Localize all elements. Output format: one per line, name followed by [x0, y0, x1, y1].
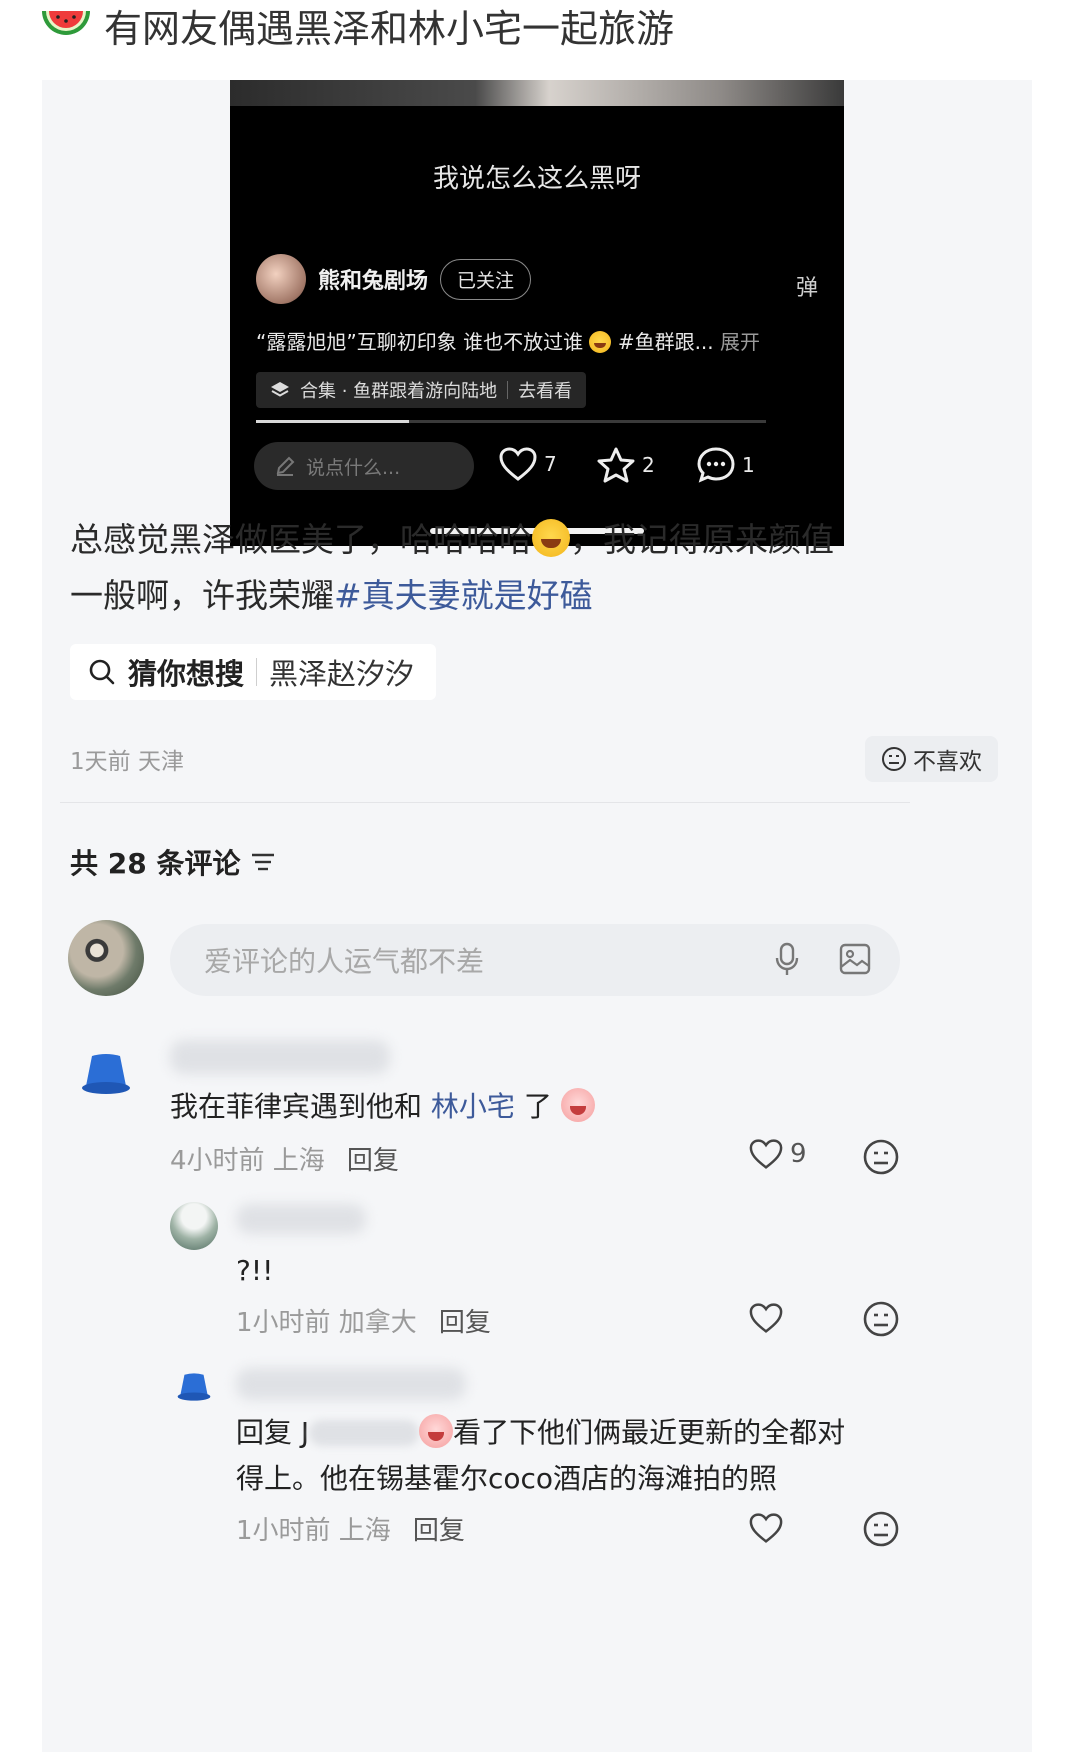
reply-time-location: 1小时前 加拿大: [236, 1308, 417, 1338]
microphone-icon[interactable]: [774, 942, 800, 978]
blurred-mention[interactable]: [309, 1420, 420, 1446]
post-text: 总感觉黑泽做医美了，哈哈哈哈 ，我记得原来颜值 一般啊，许我荣耀#真夫妻就是好磕: [70, 512, 950, 624]
divider: [60, 802, 910, 803]
guess-divider: [256, 658, 258, 686]
video-comment-input[interactable]: 说点什么...: [254, 442, 474, 490]
crying-sticker-icon: [560, 1088, 595, 1122]
video-top-strip: [230, 80, 844, 106]
video-progress-bar[interactable]: [256, 420, 766, 423]
video-subtitle: 我说怎么这么黑呀: [432, 164, 641, 194]
post-text-line1a: 总感觉黑泽做医美了，哈哈哈哈: [70, 520, 532, 559]
comment-text-before: 我在菲律宾遇到他和: [170, 1090, 431, 1123]
video-description: “露露旭旭”互聊初印象 谁也不放过谁 #鱼群跟... 展开: [256, 326, 760, 355]
star-icon: [597, 447, 635, 483]
layers-icon: [271, 382, 289, 397]
collection-bar[interactable]: 合集 · 鱼群跟着游向陆地 去看看: [256, 372, 587, 408]
post-hashtag[interactable]: #真夫妻就是好磕: [334, 576, 593, 615]
dislike-label: 不喜欢: [913, 749, 982, 775]
guess-label: 猜你想搜: [128, 657, 245, 691]
commenter-avatar[interactable]: [80, 1052, 132, 1096]
heart-icon[interactable]: [748, 1302, 784, 1334]
video-favorite-button[interactable]: 2: [596, 446, 655, 484]
comment-text: 我在菲律宾遇到他和 林小宅 了: [170, 1084, 595, 1130]
video-desc-tag: #鱼群跟...: [617, 330, 714, 354]
post-text-line1b: ，我记得原来颜值: [570, 520, 834, 559]
collection-label: 合集 · 鱼群跟着游向陆地: [300, 381, 498, 402]
video-screenshot[interactable]: 我说怎么这么黑呀 熊和兔剧场 已关注 弹 “露露旭旭”互聊初印象 谁也不放过谁 …: [230, 80, 844, 546]
laugh-cry-emoji-icon: [532, 519, 570, 557]
comment-input[interactable]: 爱评论的人运气都不差: [170, 924, 900, 996]
reply-line1: 看了下他们俩最近更新的全都对: [453, 1416, 846, 1449]
video-desc-text: “露露旭旭”互聊初印象 谁也不放过谁: [256, 330, 584, 354]
pencil-icon: [276, 456, 295, 476]
comment-mention[interactable]: 林小宅: [431, 1090, 515, 1123]
watermelon-icon: [42, 11, 90, 35]
reply-meta: 1小时前 加拿大 回复: [236, 1302, 491, 1339]
post-text-line2: 一般啊，许我荣耀: [70, 576, 334, 615]
comment-count-label: 共 28 条评论: [70, 847, 241, 880]
expand-link[interactable]: 展开: [720, 330, 760, 354]
collection-divider: [507, 381, 509, 399]
reply-line2: 得上。他在锡基霍尔coco酒店的海滩拍的照: [236, 1462, 778, 1495]
video-like-button[interactable]: 7: [498, 446, 557, 482]
laugh-emoji-icon: [589, 331, 612, 353]
collection-action[interactable]: 去看看: [518, 377, 572, 403]
reply-time-location: 1小时前 上海: [236, 1516, 391, 1546]
pig-sticker-icon: [419, 1414, 454, 1448]
video-author-name[interactable]: 熊和兔剧场: [318, 263, 428, 295]
comment-time-location: 4小时前 上海: [170, 1146, 325, 1176]
comment-text-after: 了: [514, 1090, 552, 1123]
sort-icon: [252, 853, 275, 871]
reply-button[interactable]: 回复: [439, 1302, 491, 1339]
post-meta: 1天前 天津: [70, 749, 184, 775]
video-author-avatar[interactable]: [256, 254, 306, 304]
video-comment-placeholder: 说点什么...: [306, 456, 401, 479]
video-comment-button[interactable]: 1: [696, 446, 755, 484]
video-author-row: 熊和兔剧场 已关注: [256, 254, 532, 304]
danmu-toggle[interactable]: 弹: [796, 270, 818, 302]
guess-search-chip[interactable]: 猜你想搜 黑泽赵汐汐: [70, 644, 437, 700]
neutral-face-icon: [882, 747, 906, 771]
video-like-count: 7: [544, 452, 557, 476]
follow-button[interactable]: 已关注: [440, 258, 532, 300]
video-progress-fill: [256, 420, 409, 423]
comment-like-button[interactable]: 9: [748, 1138, 807, 1170]
video-favorite-count: 2: [642, 453, 655, 477]
dislike-face-icon[interactable]: [862, 1138, 900, 1176]
my-avatar[interactable]: [68, 920, 144, 996]
dislike-button[interactable]: 不喜欢: [865, 736, 998, 782]
dislike-face-icon[interactable]: [862, 1300, 900, 1338]
comment-like-count: 9: [790, 1139, 807, 1169]
blurred-username[interactable]: [170, 1040, 390, 1074]
reply-button[interactable]: 回复: [413, 1510, 465, 1547]
reply-text: ?!!: [236, 1254, 274, 1287]
comment-meta: 4小时前 上海 回复: [170, 1140, 399, 1177]
dislike-face-icon[interactable]: [862, 1510, 900, 1548]
image-icon[interactable]: [838, 942, 872, 976]
reply-button[interactable]: 回复: [347, 1140, 399, 1177]
headline: 有网友偶遇黑泽和林小宅一起旅游: [40, 0, 675, 51]
headline-title: 有网友偶遇黑泽和林小宅一起旅游: [104, 6, 675, 51]
reply-meta: 1小时前 上海 回复: [236, 1510, 465, 1547]
blurred-username[interactable]: [236, 1204, 366, 1234]
video-comment-count: 1: [742, 453, 755, 477]
heart-icon: [749, 1139, 783, 1169]
reply-avatar[interactable]: [176, 1372, 212, 1402]
reply-avatar[interactable]: [170, 1202, 218, 1250]
blurred-username[interactable]: [236, 1368, 466, 1400]
comment-bubble-icon: [697, 447, 735, 483]
reply-prefix: 回复 J: [236, 1416, 310, 1449]
search-icon: [89, 659, 115, 685]
heart-icon[interactable]: [748, 1512, 784, 1544]
heart-icon: [499, 447, 537, 481]
guess-term[interactable]: 黑泽赵汐汐: [269, 651, 414, 693]
comment-count[interactable]: 共 28 条评论: [70, 842, 276, 882]
reply-text: 回复 J 看了下他们俩最近更新的全都对 得上。他在锡基霍尔coco酒店的海滩拍的照: [236, 1410, 916, 1502]
comment-input-placeholder: 爱评论的人运气都不差: [204, 945, 485, 978]
